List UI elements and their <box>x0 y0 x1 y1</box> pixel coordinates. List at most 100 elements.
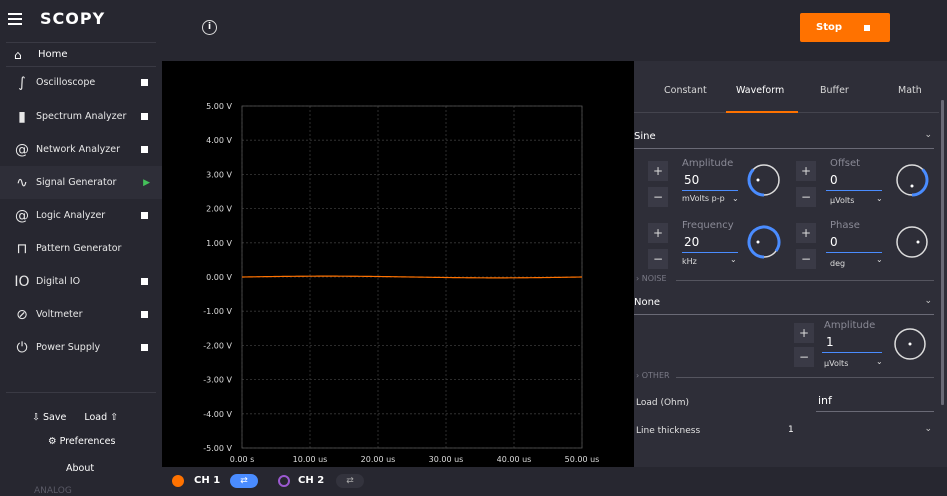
stop-status-icon[interactable] <box>141 113 148 120</box>
save-button[interactable]: ⇩ Save <box>32 412 66 423</box>
sidebar-item-voltmeter[interactable]: ⊘ Voltmeter <box>0 298 162 331</box>
stop-status-icon[interactable] <box>141 278 148 285</box>
chevron-down-icon: ⌄ <box>732 194 739 203</box>
noise-amplitude-knob[interactable] <box>892 326 928 362</box>
amplitude-unit-select[interactable]: mVolts p-p <box>682 194 725 203</box>
sidebar-item-label: Pattern Generator <box>36 243 122 254</box>
offset-unit-select[interactable]: μVolts <box>830 196 854 205</box>
stop-button[interactable]: Stop <box>800 13 890 42</box>
sidebar-item-power-supply[interactable]: ⏻ Power Supply <box>0 331 162 364</box>
pattern-icon: ⊓ <box>16 240 28 257</box>
power-icon: ⏻ <box>16 339 28 356</box>
scopy-app: SCOPY ⌂ Home ∫ Oscilloscope ▮ Spectrum A… <box>0 0 947 496</box>
divider <box>676 377 934 378</box>
offset-input[interactable]: 0 <box>830 173 838 187</box>
stop-status-icon[interactable] <box>141 146 148 153</box>
menu-icon[interactable] <box>8 13 22 25</box>
y-tick-label: 0.00 V <box>206 273 232 282</box>
amplitude-underline <box>682 190 738 191</box>
stop-status-icon[interactable] <box>141 79 148 86</box>
other-section-text: OTHER <box>641 371 670 380</box>
frequency-increment-button[interactable]: + <box>648 223 668 243</box>
load-input[interactable]: inf <box>818 394 832 407</box>
frequency-knob[interactable] <box>746 224 782 260</box>
plot-area[interactable]: 5.00 V 4.00 V 3.00 V 2.00 V 1.00 V 0.00 V -1.0… <box>162 61 634 467</box>
network-icon: @ <box>15 141 29 158</box>
voltmeter-icon: ⊘ <box>16 306 28 323</box>
sidebar-item-oscilloscope[interactable]: ∫ Oscilloscope <box>0 66 162 99</box>
ch2-indicator[interactable] <box>278 475 290 487</box>
amplitude-increment-button[interactable]: + <box>648 161 668 181</box>
noise-section-header[interactable]: › NOISE <box>634 274 934 286</box>
phase-unit-select[interactable]: deg <box>830 259 845 268</box>
tab-buffer[interactable]: Buffer <box>820 85 849 96</box>
phase-input[interactable]: 0 <box>830 235 838 249</box>
noise-section-text: NOISE <box>641 274 667 283</box>
stop-status-icon[interactable] <box>141 212 148 219</box>
phase-decrement-button[interactable]: − <box>796 249 816 269</box>
phase-title: Phase <box>830 220 860 231</box>
noise-amplitude-unit-select[interactable]: μVolts <box>824 359 848 368</box>
ch2-label[interactable]: CH 2 <box>298 475 324 486</box>
ch2-settings-toggle[interactable]: ⇄ <box>336 474 364 488</box>
y-tick-label: 4.00 V <box>206 136 232 145</box>
analog-logo: ANALOG <box>34 486 72 496</box>
load-button[interactable]: Load ⇧ <box>84 412 118 423</box>
frequency-input[interactable]: 20 <box>684 235 699 249</box>
home-icon: ⌂ <box>14 47 22 62</box>
sidebar-item-digital-io[interactable]: IO Digital IO <box>0 265 162 298</box>
amplitude-input[interactable]: 50 <box>684 173 699 187</box>
digital-io-icon: IO <box>14 273 30 290</box>
x-tick-label: 40.00 us <box>497 455 532 464</box>
stop-status-icon[interactable] <box>141 344 148 351</box>
offset-knob[interactable] <box>894 162 930 198</box>
x-tick-label: 0.00 s <box>230 455 255 464</box>
amplitude-title: Amplitude <box>682 158 734 169</box>
about-button[interactable]: About <box>66 463 94 474</box>
sidebar-item-label: Power Supply <box>36 342 101 353</box>
y-tick-label: 5.00 V <box>206 102 232 111</box>
preferences-button[interactable]: ⚙ Preferences <box>48 436 115 447</box>
sidebar-item-spectrum-analyzer[interactable]: ▮ Spectrum Analyzer <box>0 100 162 133</box>
phase-increment-button[interactable]: + <box>796 223 816 243</box>
other-section-header[interactable]: › OTHER <box>634 371 934 383</box>
amplitude-knob[interactable] <box>746 162 782 198</box>
tab-constant[interactable]: Constant <box>664 85 707 96</box>
tab-waveform[interactable]: Waveform <box>736 85 784 96</box>
chevron-down-icon: ⌄ <box>924 296 932 306</box>
noise-amplitude-decrement-button[interactable]: − <box>794 347 814 367</box>
divider <box>6 392 156 393</box>
sidebar-item-signal-generator[interactable]: ∿ Signal Generator ▶ <box>0 166 162 199</box>
sidebar-item-pattern-generator[interactable]: ⊓ Pattern Generator <box>0 232 162 265</box>
y-tick-label: -3.00 V <box>203 376 232 385</box>
info-icon[interactable]: i <box>202 20 217 35</box>
panel-scrollbar[interactable] <box>941 100 944 405</box>
chevron-down-icon: ⌄ <box>876 357 883 366</box>
ch1-indicator[interactable] <box>172 475 184 487</box>
tab-math[interactable]: Math <box>898 85 922 96</box>
sidebar-item-network-analyzer[interactable]: @ Network Analyzer <box>0 133 162 166</box>
phase-knob[interactable] <box>894 224 930 260</box>
offset-decrement-button[interactable]: − <box>796 187 816 207</box>
frequency-decrement-button[interactable]: − <box>648 249 668 269</box>
noise-section-label: › NOISE <box>636 274 667 283</box>
noise-type-select[interactable]: None ⌄ <box>634 293 934 315</box>
noise-amplitude-increment-button[interactable]: + <box>794 323 814 343</box>
ch1-label[interactable]: CH 1 <box>194 475 220 486</box>
amplitude-decrement-button[interactable]: − <box>648 187 668 207</box>
offset-underline <box>826 190 882 191</box>
home-button[interactable]: ⌂ Home <box>6 42 156 67</box>
frequency-unit-select[interactable]: kHz <box>682 257 697 266</box>
sidebar: SCOPY ⌂ Home ∫ Oscilloscope ▮ Spectrum A… <box>0 0 162 496</box>
offset-increment-button[interactable]: + <box>796 161 816 181</box>
sidebar-item-logic-analyzer[interactable]: @ Logic Analyzer <box>0 199 162 232</box>
play-status-icon[interactable]: ▶ <box>143 178 150 188</box>
waveform-type-select[interactable]: Sine ⌄ <box>634 127 934 149</box>
line-thickness-select[interactable]: 1 ⌄ <box>788 421 934 443</box>
noise-amplitude-input[interactable]: 1 <box>826 335 834 349</box>
app-logo: SCOPY <box>40 9 106 28</box>
load-underline <box>816 411 934 412</box>
ch1-settings-toggle[interactable]: ⇄ <box>230 474 258 488</box>
waveform-type-value: Sine <box>634 131 656 142</box>
stop-status-icon[interactable] <box>141 311 148 318</box>
